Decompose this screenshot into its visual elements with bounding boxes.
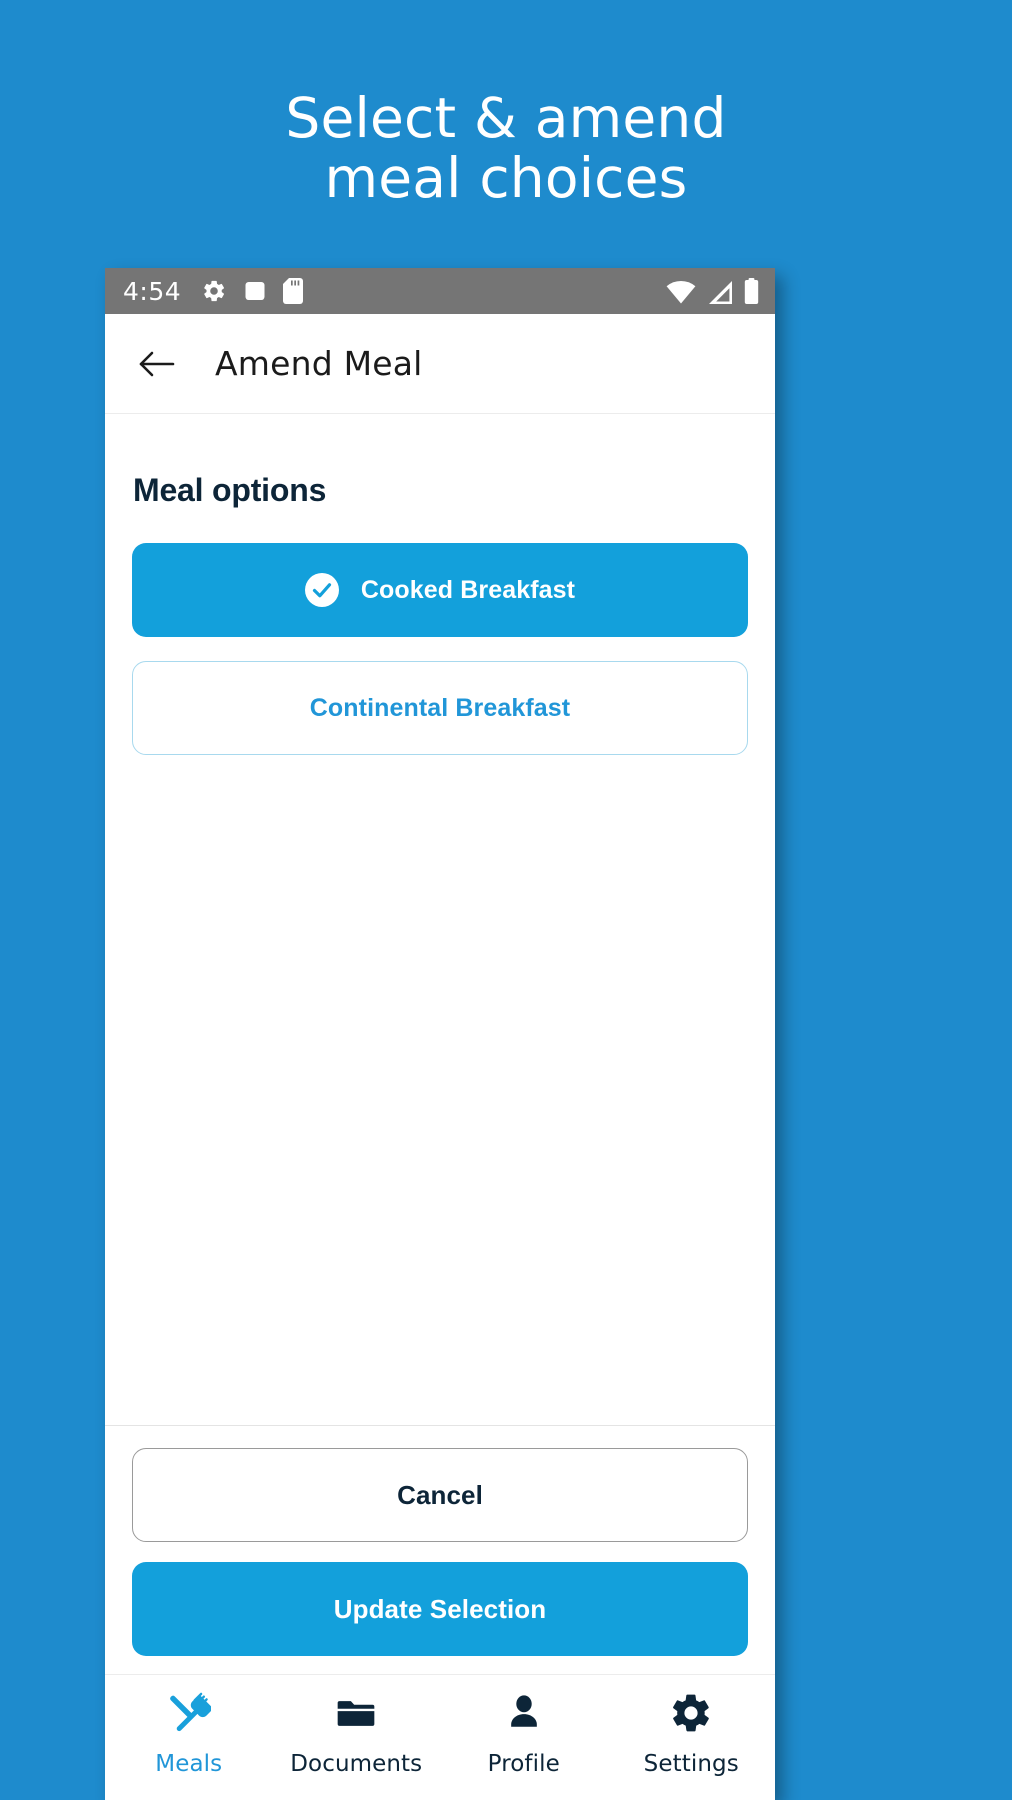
nav-item-settings[interactable]: Settings — [608, 1691, 776, 1777]
gear-icon — [204, 280, 225, 302]
nav-label: Documents — [290, 1751, 423, 1777]
meal-option-cooked-breakfast[interactable]: Cooked Breakfast — [132, 543, 748, 637]
person-icon — [502, 1691, 546, 1740]
bottom-navigation: Meals Documents Profile Settings — [105, 1674, 775, 1800]
wifi-icon — [666, 281, 696, 304]
sd-card-icon — [283, 278, 304, 304]
status-bar-left-icons — [201, 278, 304, 304]
promo-headline: Select & amend meal choices — [0, 88, 1012, 208]
section-title: Meal options — [133, 472, 327, 508]
nav-item-documents[interactable]: Documents — [273, 1691, 441, 1777]
action-bar: Cancel Update Selection — [105, 1425, 775, 1674]
meal-option-label: Cooked Breakfast — [360, 575, 576, 604]
folder-icon — [334, 1691, 378, 1740]
cancel-button[interactable]: Cancel — [132, 1448, 748, 1542]
nav-item-profile[interactable]: Profile — [440, 1691, 608, 1777]
meal-option-label: Continental Breakfast — [309, 693, 571, 722]
promo-headline-line2: meal choices — [324, 146, 688, 210]
nav-label: Settings — [643, 1751, 739, 1777]
cutlery-icon — [167, 1691, 213, 1740]
back-arrow-icon[interactable] — [135, 342, 179, 386]
status-bar: 4:54 — [105, 268, 775, 314]
rounded-square-icon — [245, 282, 265, 300]
page-title: Amend Meal — [215, 344, 423, 383]
status-bar-right-icons — [666, 278, 759, 304]
content-area: Meal options Cooked Breakfast Continenta… — [105, 414, 775, 1425]
app-bar: Amend Meal — [105, 314, 775, 414]
meal-option-continental-breakfast[interactable]: Continental Breakfast — [132, 661, 748, 755]
signal-icon — [709, 281, 732, 304]
battery-icon — [744, 278, 759, 304]
promo-headline-line1: Select & amend — [285, 86, 727, 150]
phone-frame: 4:54 Amend Meal Meal options Cooked Brea… — [105, 268, 775, 1800]
nav-label: Profile — [487, 1751, 560, 1777]
nav-label: Meals — [155, 1751, 223, 1777]
gear-icon — [669, 1691, 713, 1740]
check-circle-icon — [304, 573, 339, 607]
nav-item-meals[interactable]: Meals — [105, 1691, 273, 1777]
screenshot-root: Select & amend meal choices 4:54 Amend M… — [0, 0, 1012, 1800]
status-bar-clock: 4:54 — [123, 276, 182, 306]
update-selection-button[interactable]: Update Selection — [132, 1562, 748, 1656]
